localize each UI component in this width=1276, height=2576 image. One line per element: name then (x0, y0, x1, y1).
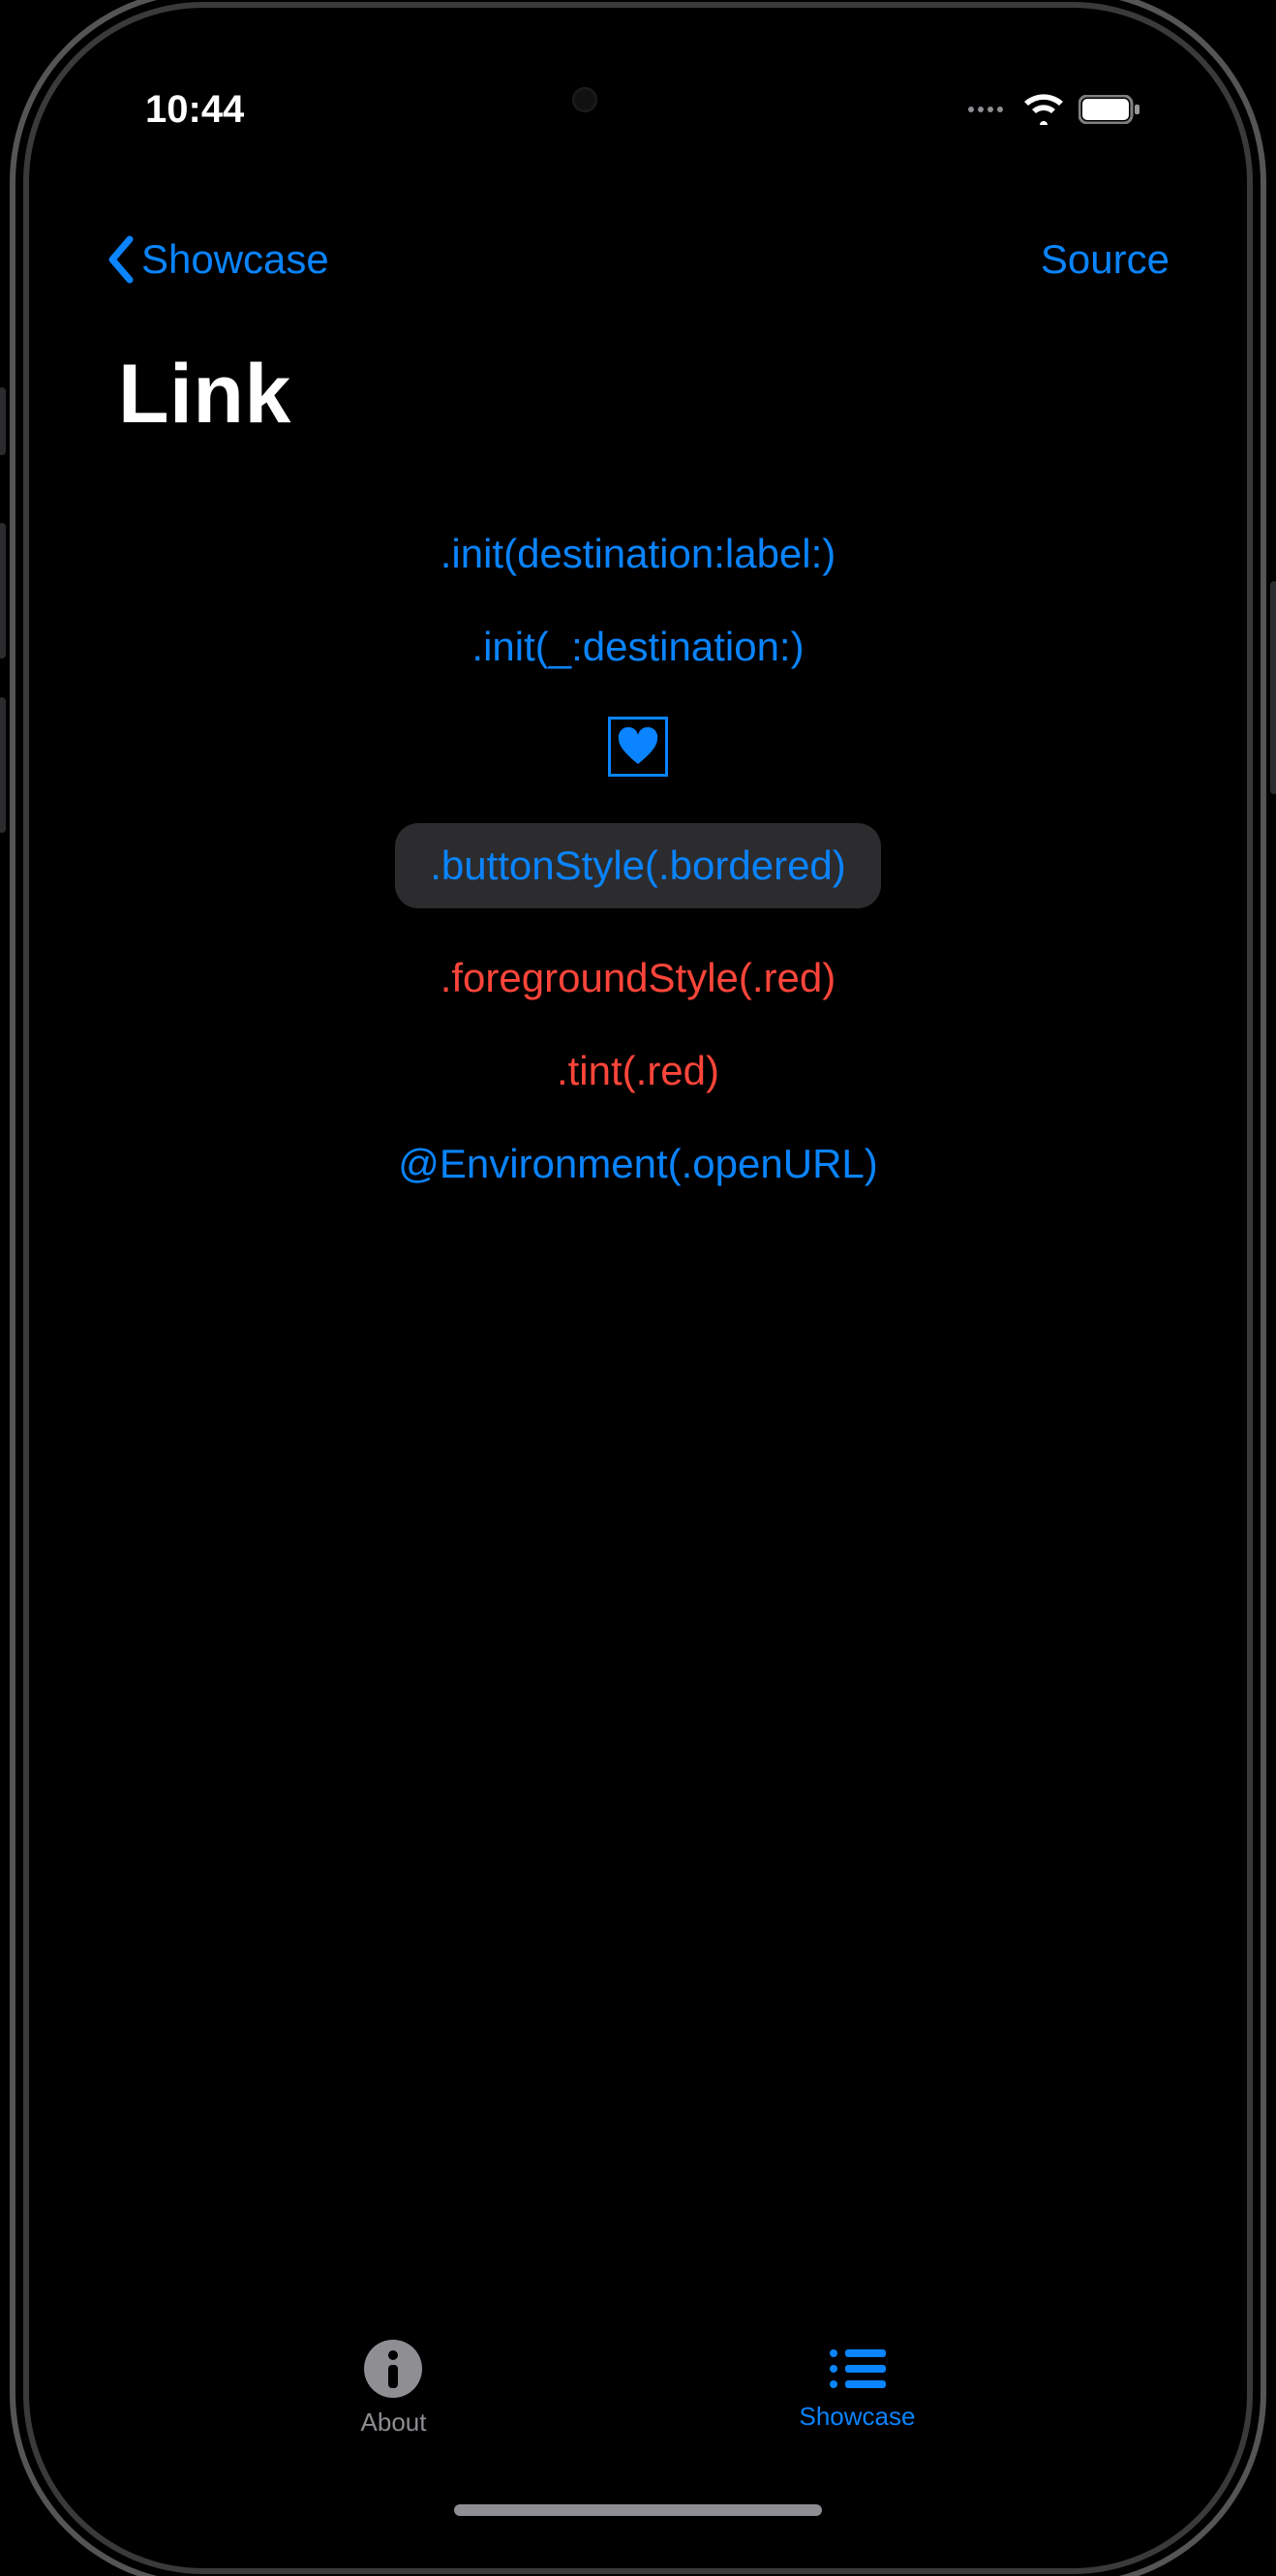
chevron-left-icon (106, 235, 136, 284)
status-time: 10:44 (145, 88, 244, 132)
navigation-bar: Showcase Source (58, 211, 1218, 308)
link-heart-icon-button[interactable] (608, 717, 668, 777)
back-button-label: Showcase (141, 236, 329, 283)
link-foreground-style-red[interactable]: .foregroundStyle(.red) (441, 955, 836, 1001)
link-button-style-bordered[interactable]: .buttonStyle(.bordered) (395, 823, 881, 908)
home-indicator[interactable] (454, 2504, 822, 2516)
back-button[interactable]: Showcase (106, 235, 329, 284)
source-button-label: Source (1041, 236, 1170, 282)
link-label: .init(destination:label:) (441, 531, 836, 576)
link-label: .init(_:destination:) (471, 624, 804, 669)
content-stack: .init(destination:label:) .init(_:destin… (58, 531, 1218, 1187)
page-title: Link (118, 347, 291, 443)
link-label: .tint(.red) (557, 1048, 719, 1093)
list-bullet-icon (826, 2346, 888, 2392)
tab-about[interactable]: About (361, 2340, 427, 2438)
source-button[interactable]: Source (1041, 236, 1170, 283)
link-environment-openurl[interactable]: @Environment(.openURL) (398, 1141, 878, 1187)
link-label: .buttonStyle(.bordered) (430, 843, 846, 888)
tab-showcase[interactable]: Showcase (800, 2346, 916, 2432)
wifi-icon (1022, 94, 1065, 125)
link-init-destination-label[interactable]: .init(destination:label:) (441, 531, 836, 577)
link-init-unnamed-destination[interactable]: .init(_:destination:) (471, 624, 804, 670)
link-label: @Environment(.openURL) (398, 1141, 878, 1186)
front-camera-icon (572, 87, 597, 112)
tab-label: About (361, 2407, 427, 2438)
info-circle-icon (364, 2340, 422, 2398)
dynamic-island (483, 66, 793, 134)
screen: 10:44 (58, 37, 1218, 2539)
tab-bar: About Showcase (58, 2320, 1218, 2475)
mute-switch[interactable] (0, 387, 6, 455)
link-tint-red[interactable]: .tint(.red) (557, 1048, 719, 1094)
link-label: .foregroundStyle(.red) (441, 955, 836, 1000)
heart-icon (617, 727, 659, 766)
volume-down-button[interactable] (0, 697, 6, 833)
power-button[interactable] (1270, 581, 1276, 794)
status-right-cluster (968, 94, 1140, 125)
battery-icon (1079, 95, 1140, 124)
volume-up-button[interactable] (0, 523, 6, 659)
cellular-dots-icon (968, 107, 1003, 112)
device-frame: 10:44 (29, 8, 1247, 2568)
tab-label: Showcase (800, 2402, 916, 2432)
